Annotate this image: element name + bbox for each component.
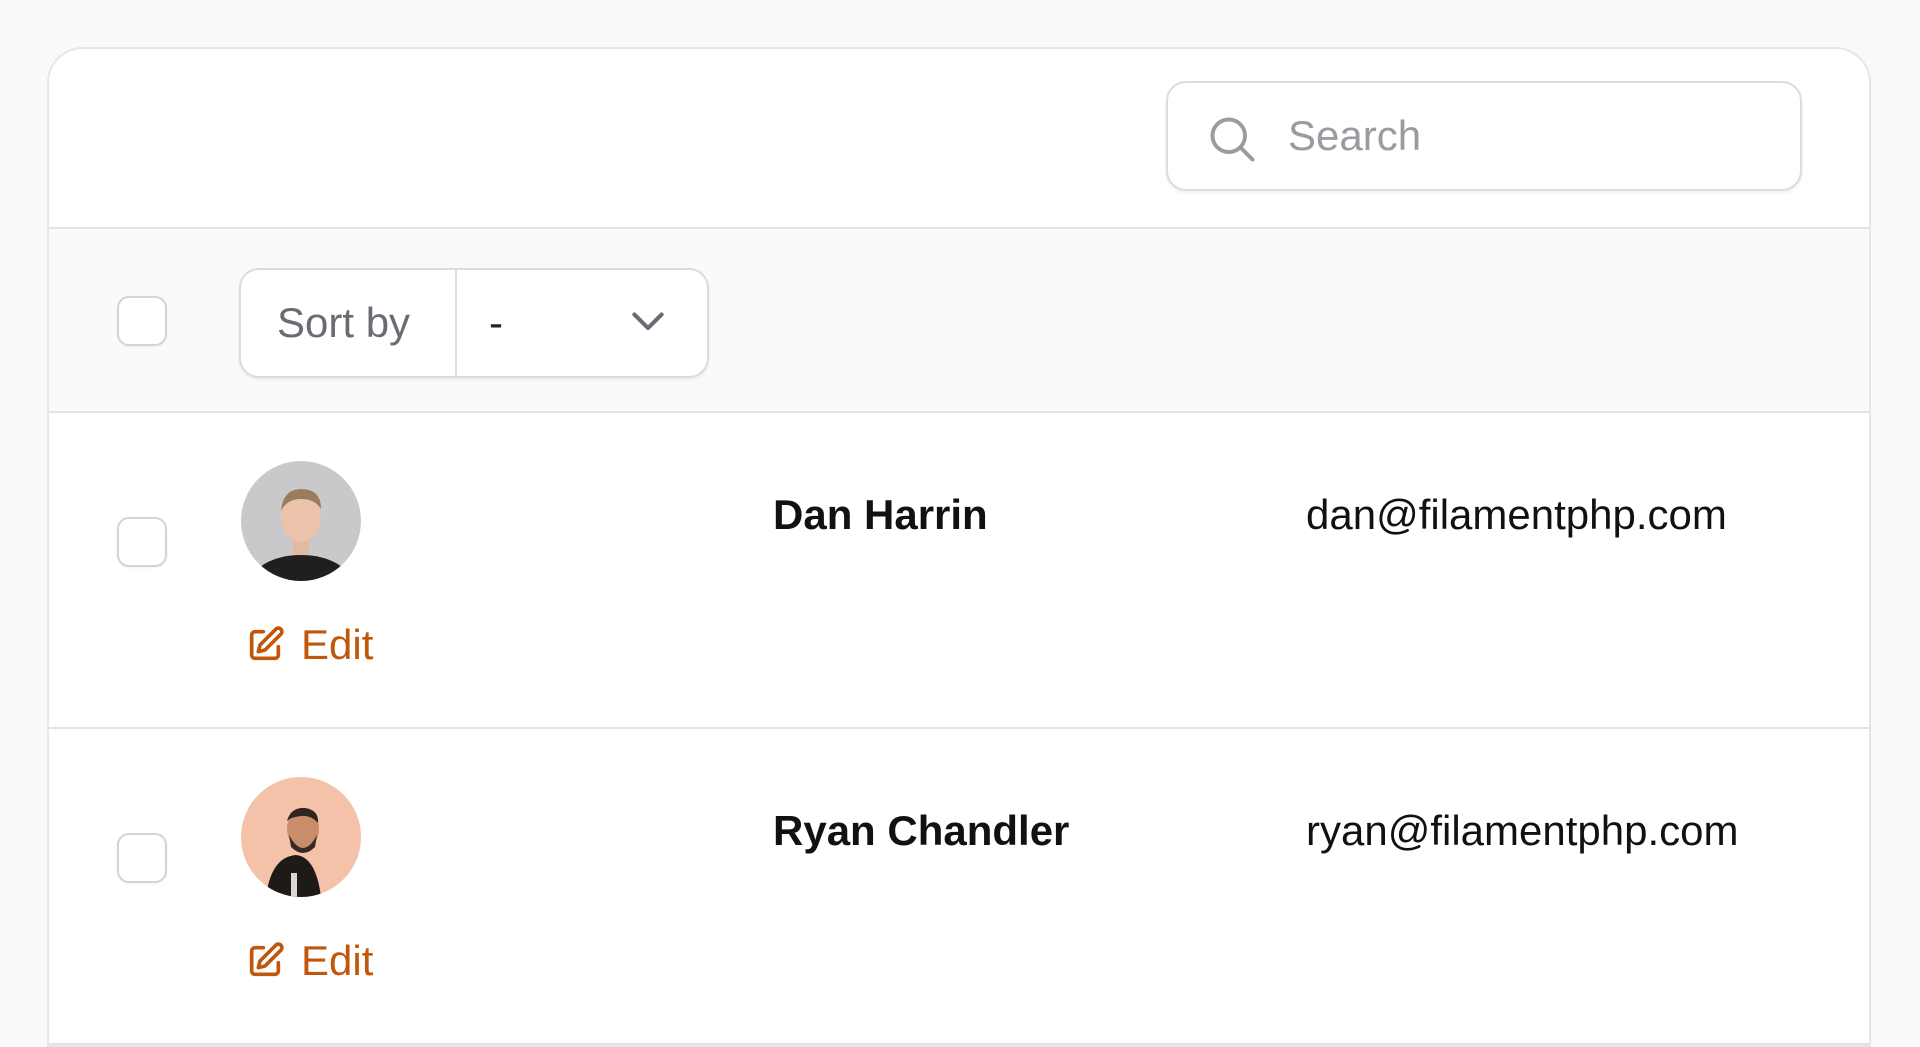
user-name: Ryan Chandler xyxy=(773,807,1070,854)
row-checkbox[interactable] xyxy=(117,833,167,883)
edit-button[interactable]: Edit xyxy=(245,935,373,987)
row-checkbox[interactable] xyxy=(117,517,167,567)
user-name: Dan Harrin xyxy=(773,491,988,538)
table-row: Edit Ryan Chandler ryan@filamentphp.com xyxy=(49,729,1869,1045)
search-box[interactable] xyxy=(1166,81,1802,191)
avatar-image xyxy=(241,777,361,897)
user-email: dan@filamentphp.com xyxy=(1306,491,1727,538)
table-toolbar xyxy=(49,49,1869,229)
edit-button[interactable]: Edit xyxy=(245,619,373,671)
edit-icon xyxy=(249,942,284,977)
table-row: Edit Dan Harrin dan@filamentphp.com xyxy=(49,413,1869,729)
avatar-image xyxy=(241,461,361,581)
user-email: ryan@filamentphp.com xyxy=(1306,807,1739,854)
edit-label: Edit xyxy=(301,621,374,668)
search-input[interactable] xyxy=(1288,83,1778,189)
sort-control: Sort by - xyxy=(239,268,709,378)
table-header-row: Sort by - xyxy=(49,229,1869,413)
search-icon xyxy=(1210,117,1255,162)
avatar xyxy=(241,461,361,581)
chevron-down-icon[interactable] xyxy=(631,310,665,336)
select-all-checkbox[interactable] xyxy=(117,296,167,346)
sort-select[interactable]: - xyxy=(489,270,503,376)
avatar xyxy=(241,777,361,897)
sort-by-label: Sort by xyxy=(277,299,411,346)
users-table-card: Sort by - Edit Dan Harr xyxy=(47,47,1871,1047)
edit-icon xyxy=(249,626,284,661)
edit-label: Edit xyxy=(301,937,374,984)
sort-divider xyxy=(455,270,457,376)
